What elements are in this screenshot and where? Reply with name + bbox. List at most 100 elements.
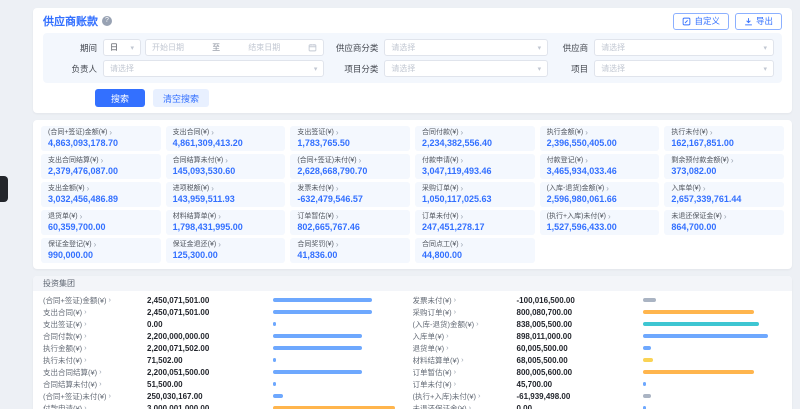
period-end-input[interactable]: 结束日期: [248, 42, 280, 53]
stat-chip[interactable]: 材料结算单(¥)›1,798,431,995.00: [166, 210, 286, 235]
project-category-select[interactable]: 请选择▾: [384, 60, 548, 77]
stat-chip[interactable]: 入库单(¥)›2,657,339,761.44: [664, 182, 784, 207]
stat-chip[interactable]: 订单未付(¥)›247,451,278.17: [415, 210, 535, 235]
stat-chip[interactable]: 支出金额(¥)›3,032,456,486.89: [41, 182, 161, 207]
group-metric-row[interactable]: 付款申请(¥)›3,000,001,000.00: [43, 402, 399, 409]
metric-bar-track: [643, 298, 769, 302]
stat-chip[interactable]: 退货单(¥)›60,359,700.00: [41, 210, 161, 235]
metric-value: 2,450,071,501.00: [147, 296, 273, 305]
metric-bar-track: [643, 322, 769, 326]
group-metric-row[interactable]: 合同结算未付(¥)›51,500.00: [43, 378, 399, 390]
group-metric-row[interactable]: 退货单(¥)›60,005,500.00: [413, 342, 769, 354]
group-section-header[interactable]: 投资集团: [33, 276, 792, 291]
group-metric-row[interactable]: (入库-退货)金额(¥)›838,005,500.00: [413, 318, 769, 330]
stat-chip[interactable]: 合同付款(¥)›2,234,382,556.40: [415, 126, 535, 151]
chevron-right-icon: ›: [710, 129, 713, 137]
supplier-select[interactable]: 请选择▾: [594, 39, 774, 56]
stat-chip[interactable]: 进项税额(¥)›143,959,511.93: [166, 182, 286, 207]
group-metric-row[interactable]: 入库单(¥)›898,011,000.00: [413, 330, 769, 342]
sidebar-expand-handle[interactable]: [0, 176, 8, 202]
group-metric-row[interactable]: 合同付款(¥)›2,200,000,000.00: [43, 330, 399, 342]
metric-bar-track: [643, 334, 769, 338]
stat-label: 支出合同(¥)›: [173, 128, 279, 137]
period-start-input[interactable]: 开始日期: [152, 42, 184, 53]
owner-select[interactable]: 请选择▾: [103, 60, 324, 77]
stat-label: 订单暂估(¥)›: [297, 212, 403, 221]
metric-bar: [643, 310, 755, 314]
stat-chip[interactable]: 付款申请(¥)›3,047,119,493.46: [415, 154, 535, 179]
metric-value: 51,500.00: [147, 380, 273, 389]
stat-chip[interactable]: 保证金登记(¥)›990,000.00: [41, 238, 161, 263]
stat-chip[interactable]: (执行+入库)未付(¥)›1,527,596,433.00: [540, 210, 660, 235]
metric-value: 45,700.00: [517, 380, 643, 389]
search-button[interactable]: 搜索: [95, 89, 145, 107]
chevron-right-icon: ›: [606, 185, 609, 193]
stat-chip[interactable]: 支出合同(¥)›4,861,309,413.20: [166, 126, 286, 151]
customize-button[interactable]: 自定义: [673, 13, 729, 30]
metric-label: 采购订单(¥)›: [413, 307, 517, 318]
metric-value: 0.00: [517, 404, 643, 409]
group-metric-row[interactable]: 订单暂估(¥)›800,005,600.00: [413, 366, 769, 378]
stat-value: 2,379,476,087.00: [48, 166, 154, 177]
stat-chip[interactable]: (合同+签证)未付(¥)›2,628,668,790.70: [290, 154, 410, 179]
metric-bar: [273, 370, 362, 374]
group-metric-row[interactable]: 订单未付(¥)›45,700.00: [413, 378, 769, 390]
group-metric-row[interactable]: 采购订单(¥)›800,080,700.00: [413, 306, 769, 318]
group-metric-row[interactable]: 材料结算单(¥)›68,005,500.00: [413, 354, 769, 366]
period-unit-select[interactable]: 日▾: [103, 39, 141, 56]
chevron-right-icon: ›: [461, 213, 464, 221]
chevron-down-icon: ▾: [763, 65, 767, 73]
stat-chip[interactable]: 订单暂估(¥)›802,665,767.46: [290, 210, 410, 235]
chevron-right-icon: ›: [724, 213, 727, 221]
group-metric-row[interactable]: 发票未付(¥)›-100,016,500.00: [413, 294, 769, 306]
stat-chip[interactable]: (合同+签证)金额(¥)›4,863,093,178.70: [41, 126, 161, 151]
stat-chip[interactable]: (入库-退货)金额(¥)›2,596,980,061.66: [540, 182, 660, 207]
stat-value: 125,300.00: [173, 250, 279, 261]
group-metric-row[interactable]: 未退还保证金(¥)›0.00: [413, 402, 769, 409]
stat-chip[interactable]: 合同奖罚(¥)›41,836.00: [290, 238, 410, 263]
stat-chip[interactable]: 剩余预付款金额(¥)›373,082.00: [664, 154, 784, 179]
group-metric-row[interactable]: 执行未付(¥)›71,502.00: [43, 354, 399, 366]
group-metric-row[interactable]: (合同+签证)金额(¥)›2,450,071,501.00: [43, 294, 399, 306]
group-metric-row[interactable]: 支出合同结算(¥)›2,200,051,500.00: [43, 366, 399, 378]
metric-bar: [643, 346, 652, 350]
period-range-input[interactable]: 开始日期 至 结束日期: [145, 39, 324, 56]
stat-label: 剩余预付款金额(¥)›: [671, 156, 777, 165]
supplier-label: 供应商: [548, 42, 588, 54]
clear-search-button[interactable]: 清空搜索: [153, 89, 209, 107]
metric-value: 68,005,500.00: [517, 356, 643, 365]
metric-label: 付款申请(¥)›: [43, 403, 147, 409]
chevron-down-icon: ▾: [538, 65, 542, 73]
stat-chip[interactable]: 支出签证(¥)›1,783,765.50: [290, 126, 410, 151]
group-metric-row[interactable]: (合同+签证)未付(¥)›250,030,167.00: [43, 390, 399, 402]
group-metric-row[interactable]: 执行金额(¥)›2,200,071,502.00: [43, 342, 399, 354]
group-column-right: 发票未付(¥)›-100,016,500.00 采购订单(¥)›800,080,…: [413, 294, 783, 409]
project-select[interactable]: 请选择▾: [594, 60, 774, 77]
stat-chip[interactable]: 合同结算未付(¥)›145,093,530.60: [166, 154, 286, 179]
group-metric-row[interactable]: 支出合同(¥)›2,450,071,501.00: [43, 306, 399, 318]
export-button[interactable]: 导出: [735, 13, 782, 30]
group-metric-row[interactable]: (执行+入库)未付(¥)›-61,939,498.00: [413, 390, 769, 402]
stat-chip[interactable]: 未退还保证金(¥)›864,700.00: [664, 210, 784, 235]
stat-chip[interactable]: 支出合同结算(¥)›2,379,476,087.00: [41, 154, 161, 179]
stat-chip[interactable]: 保证金退还(¥)›125,300.00: [166, 238, 286, 263]
stat-chip[interactable]: 采购订单(¥)›1,050,117,025.63: [415, 182, 535, 207]
group-columns: (合同+签证)金额(¥)›2,450,071,501.00 支出合同(¥)›2,…: [33, 291, 792, 409]
stat-chip[interactable]: 执行未付(¥)›162,167,851.00: [664, 126, 784, 151]
metric-label: 材料结算单(¥)›: [413, 355, 517, 366]
stat-chip[interactable]: 付款登记(¥)›3,465,934,033.46: [540, 154, 660, 179]
supplier-category-select[interactable]: 请选择▾: [384, 39, 548, 56]
chevron-right-icon: ›: [731, 157, 734, 165]
stat-label: 未退还保证金(¥)›: [671, 212, 777, 221]
stat-chip[interactable]: 发票未付(¥)›-632,479,546.57: [290, 182, 410, 207]
stat-value: 44,800.00: [422, 250, 528, 261]
group-metric-row[interactable]: 支出签证(¥)›0.00: [43, 318, 399, 330]
period-label: 期间: [51, 42, 97, 54]
chevron-down-icon: ▾: [763, 44, 767, 52]
stat-label: 付款申请(¥)›: [422, 156, 528, 165]
stat-value: 143,959,511.93: [173, 194, 279, 205]
stat-label: 合同付款(¥)›: [422, 128, 528, 137]
stat-chip[interactable]: 合同点工(¥)›44,800.00: [415, 238, 535, 263]
stat-chip[interactable]: 执行金额(¥)›2,396,550,405.00: [540, 126, 660, 151]
help-icon[interactable]: ?: [102, 16, 112, 26]
